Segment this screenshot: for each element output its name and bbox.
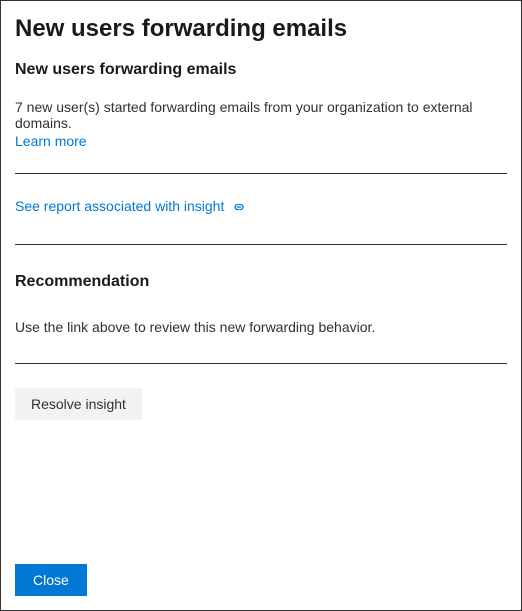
close-button[interactable]: Close [15, 564, 87, 596]
insight-panel: New users forwarding emails New users fo… [0, 0, 522, 611]
page-title: New users forwarding emails [15, 15, 507, 43]
link-icon [232, 201, 246, 213]
divider [15, 173, 507, 174]
divider [15, 244, 507, 245]
divider [15, 363, 507, 364]
see-report-link-label: See report associated with insight [15, 198, 224, 214]
recommendation-section-title: Recommendation [15, 273, 507, 291]
insight-section-title: New users forwarding emails [15, 61, 507, 79]
recommendation-text: Use the link above to review this new fo… [15, 319, 507, 335]
learn-more-link[interactable]: Learn more [15, 133, 87, 149]
insight-description: 7 new user(s) started forwarding emails … [15, 99, 507, 131]
resolve-insight-button[interactable]: Resolve insight [15, 388, 142, 420]
see-report-link[interactable]: See report associated with insight [15, 198, 246, 214]
